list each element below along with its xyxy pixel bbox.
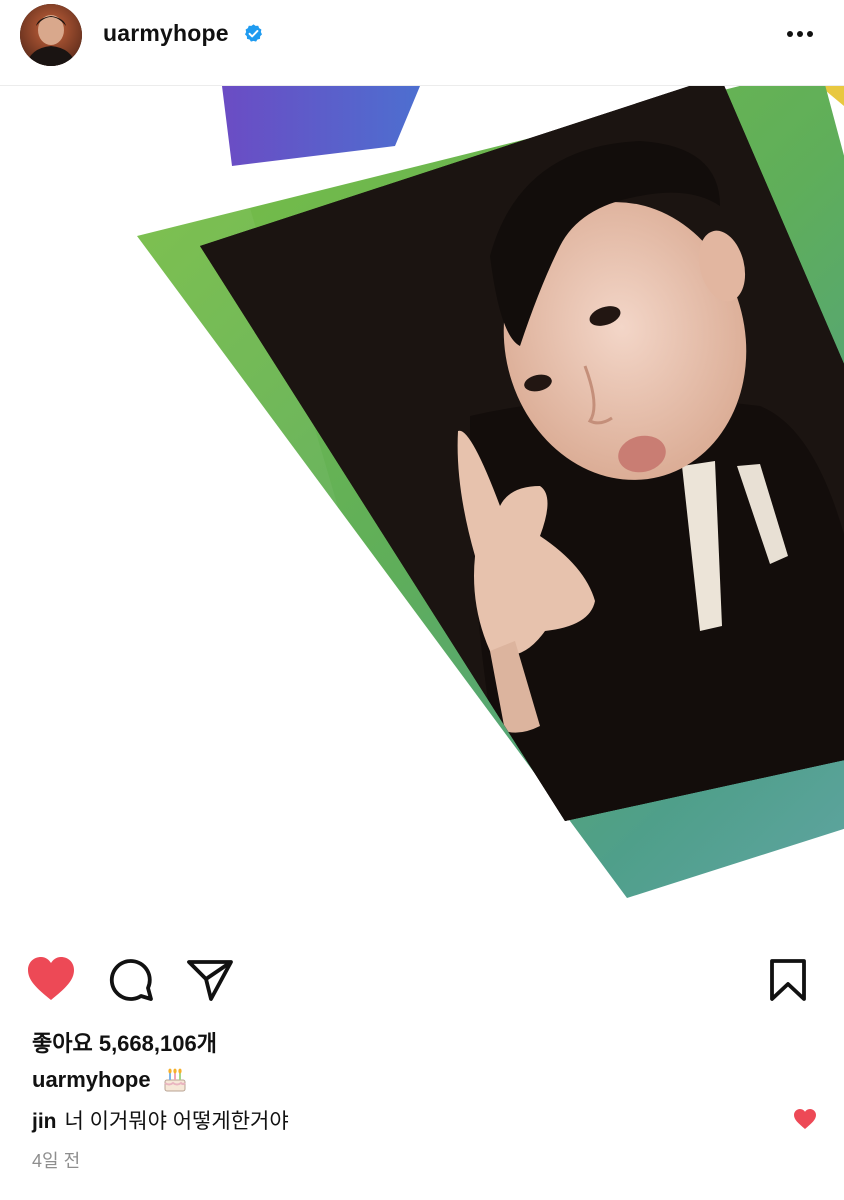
comment-heart-icon[interactable] <box>793 1108 817 1130</box>
likes-count[interactable]: 좋아요 5,668,106개 <box>32 1026 217 1058</box>
verified-badge-icon <box>245 24 262 42</box>
more-options-icon[interactable] <box>782 20 818 48</box>
comment-text: 너 이거뭐야 어떻게한거야 <box>64 1110 289 1133</box>
post-timestamp: 4일 전 <box>32 1151 81 1171</box>
comment-username[interactable]: jin <box>32 1110 57 1133</box>
bookmark-icon[interactable] <box>768 958 808 1002</box>
caption: uarmyhope <box>32 1066 189 1094</box>
heart-filled-icon[interactable] <box>26 956 76 1002</box>
birthday-cake-icon <box>163 1068 186 1092</box>
comment-item: jin 너 이거뭐야 어떻게한거야 <box>32 1105 289 1135</box>
header-username[interactable]: uarmyhope <box>103 20 229 47</box>
post-header: uarmyhope <box>0 0 844 86</box>
profile-avatar[interactable] <box>20 4 82 66</box>
post-photo[interactable] <box>0 86 844 920</box>
send-icon[interactable] <box>186 958 234 1002</box>
caption-username[interactable]: uarmyhope <box>32 1067 151 1093</box>
comment-icon[interactable] <box>108 957 154 1003</box>
